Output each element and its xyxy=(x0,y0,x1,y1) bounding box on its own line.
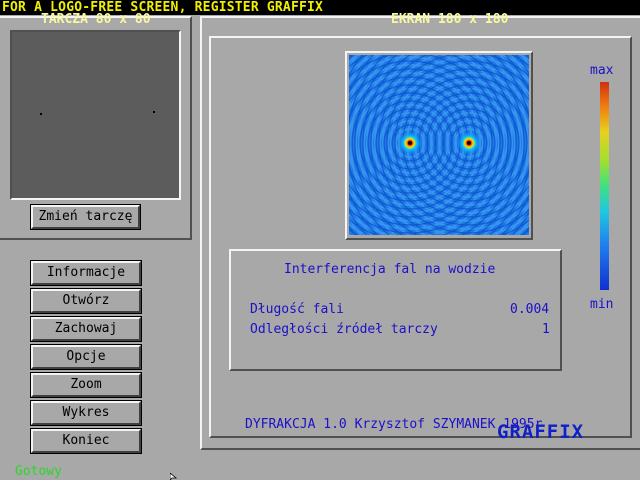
source-point-left xyxy=(40,113,42,115)
colorbar xyxy=(600,82,609,290)
target-preview xyxy=(10,30,181,200)
status-text: Gotowy xyxy=(15,464,62,479)
source-distance-label: Odległości źródeł tarczy xyxy=(250,322,438,337)
menu-button-zachowaj[interactable]: Zachowaj xyxy=(30,316,142,342)
colorbar-max-label: max xyxy=(590,63,614,78)
menu-button-koniec[interactable]: Koniec xyxy=(30,428,142,454)
wave-source-left-core xyxy=(408,141,412,145)
menu-button-opcje[interactable]: Opcje xyxy=(30,344,142,370)
info-heading: Interferencja fal na wodzie xyxy=(284,262,496,277)
interference-pattern xyxy=(349,55,529,235)
menu-button-otworz[interactable]: Otwórz xyxy=(30,288,142,314)
wavelength-value: 0.004 xyxy=(510,302,550,317)
graffix-logo: GRAFFIX xyxy=(497,421,585,443)
wavelength-label: Długość fali xyxy=(250,302,344,317)
change-target-button[interactable]: Zmień tarczę xyxy=(30,204,141,230)
screen-panel-title: EKRAN 180 x 180 xyxy=(391,12,509,27)
mouse-cursor-icon xyxy=(170,473,178,480)
source-point-right xyxy=(153,111,155,113)
target-panel-title: TARCZA 80 x 80 xyxy=(41,12,151,27)
colorbar-min-label: min xyxy=(590,297,614,312)
menu-button-informacje[interactable]: Informacje xyxy=(30,260,142,286)
menu-button-wykres[interactable]: Wykres xyxy=(30,400,142,426)
source-distance-value: 1 xyxy=(542,322,550,337)
menu-button-zoom[interactable]: Zoom xyxy=(30,372,142,398)
wave-source-right-core xyxy=(467,141,471,145)
